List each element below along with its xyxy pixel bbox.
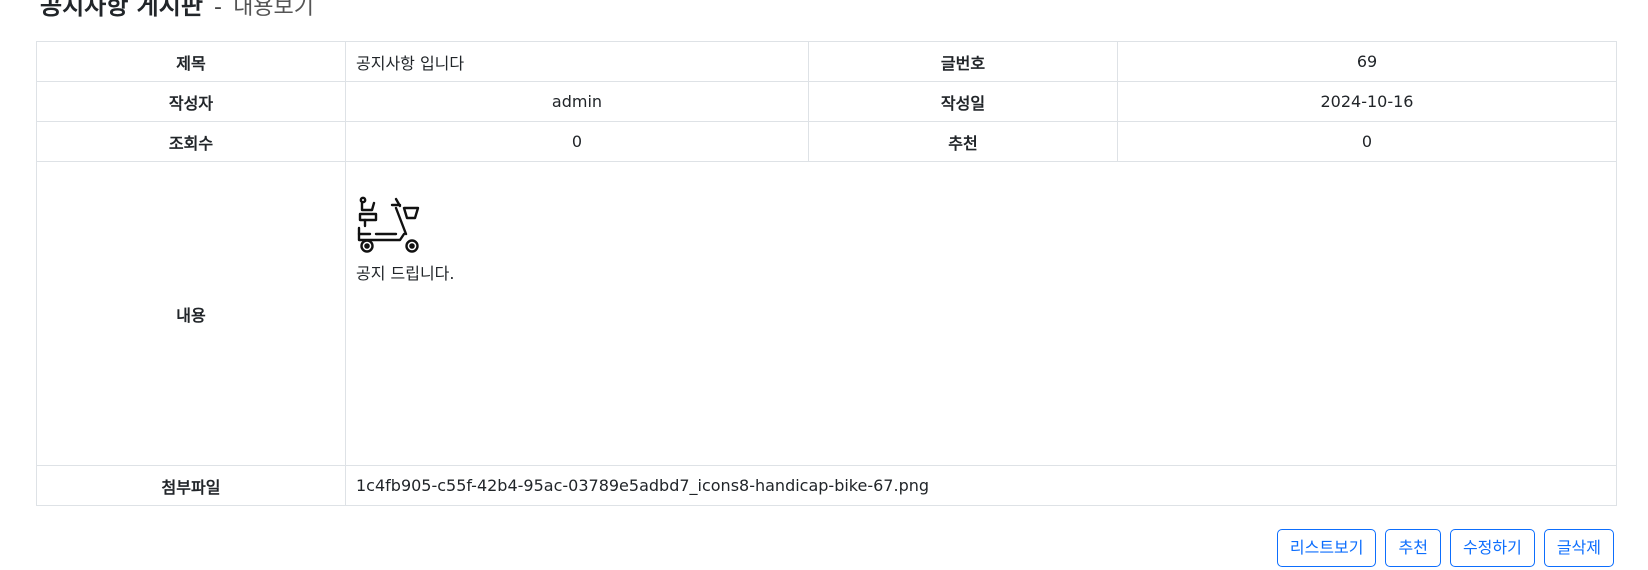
label-number: 글번호	[808, 41, 1118, 82]
post-author: admin	[345, 81, 809, 122]
post-number: 69	[1117, 41, 1617, 82]
row-attachment: 첨부파일 1c4fb905-c55f-42b4-95ac-03789e5adbd…	[36, 465, 1617, 506]
post-title: 공지사항 입니다	[345, 41, 809, 82]
label-title: 제목	[36, 41, 346, 82]
label-content: 내용	[36, 161, 346, 466]
handicap-bike-icon	[357, 196, 420, 253]
page-heading: 공지사항 게시판 - 내용보기	[40, 0, 314, 24]
post-content: 공지 드립니다.	[345, 161, 1617, 466]
label-attachment: 첨부파일	[36, 465, 346, 506]
label-date: 작성일	[808, 81, 1118, 122]
edit-button[interactable]: 수정하기	[1449, 529, 1535, 567]
page-subtitle: 내용보기	[233, 0, 315, 20]
title-separator: -	[214, 0, 222, 20]
row-title: 제목 공지사항 입니다 글번호 69	[36, 41, 1617, 82]
post-detail-table: 제목 공지사항 입니다 글번호 69 작성자 admin 작성일 2024-10…	[36, 41, 1617, 506]
row-content: 내용 공지 드립니다.	[36, 161, 1617, 466]
action-buttons: 리스트보기 추천 수정하기 글삭제	[1276, 529, 1614, 567]
post-content-text: 공지 드립니다.	[356, 264, 455, 283]
attachment-filename[interactable]: 1c4fb905-c55f-42b4-95ac-03789e5adbd7_ico…	[345, 465, 1617, 506]
post-date: 2024-10-16	[1117, 81, 1617, 122]
list-button[interactable]: 리스트보기	[1276, 529, 1377, 567]
label-recommend: 추천	[808, 121, 1118, 162]
label-author: 작성자	[36, 81, 346, 122]
label-views: 조회수	[36, 121, 346, 162]
page-title: 공지사항 게시판	[40, 0, 203, 20]
post-recommend-count: 0	[1117, 121, 1617, 162]
row-views: 조회수 0 추천 0	[36, 121, 1617, 162]
recommend-button[interactable]: 추천	[1385, 529, 1441, 567]
post-views: 0	[345, 121, 809, 162]
delete-button[interactable]: 글삭제	[1543, 529, 1614, 567]
row-author: 작성자 admin 작성일 2024-10-16	[36, 81, 1617, 122]
page: 공지사항 게시판 - 내용보기 제목 공지사항 입니다 글번호 69 작성자 a…	[0, 0, 1648, 570]
